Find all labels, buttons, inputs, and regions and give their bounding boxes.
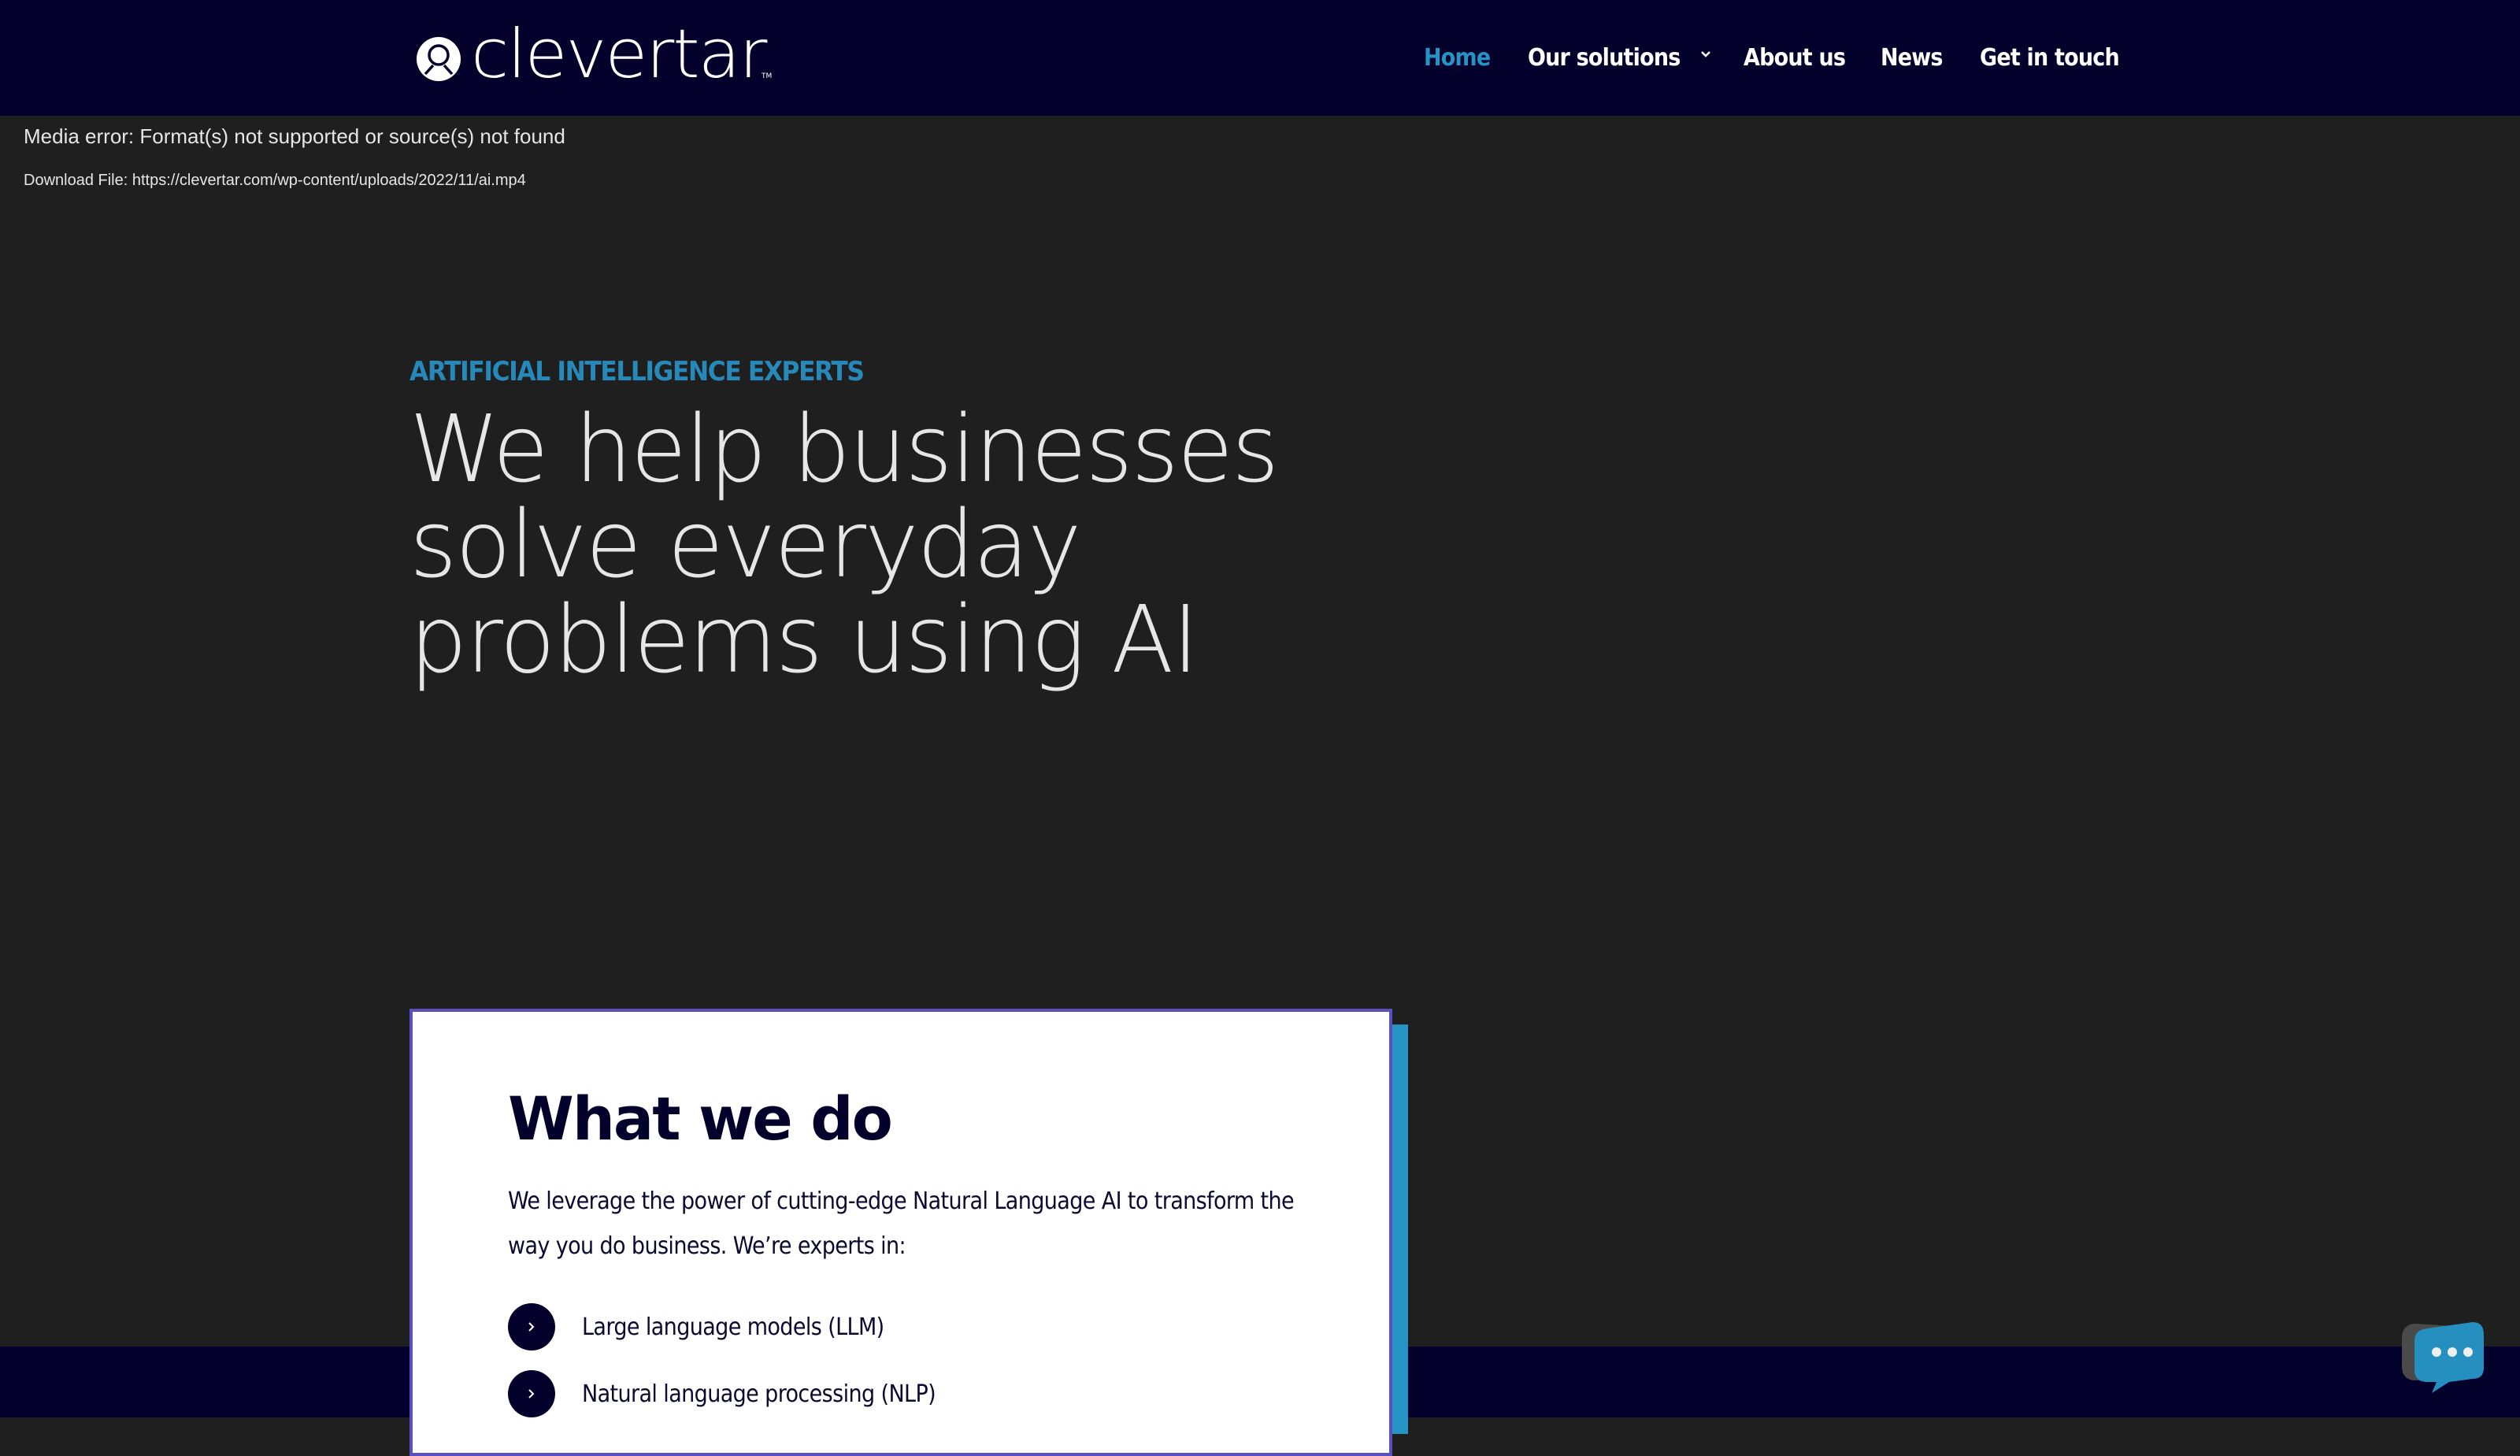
chevron-right-icon (508, 1303, 555, 1350)
hero-title-line: We help businesses (410, 395, 1279, 503)
chevron-right-icon (508, 1370, 555, 1417)
chat-bubble-icon (2402, 1322, 2484, 1393)
download-file-link[interactable]: Download File: https://clevertar.com/wp-… (24, 172, 526, 190)
nav-home[interactable]: Home (1424, 41, 1491, 76)
hero-title-line: solve everyday (410, 490, 1081, 598)
hero-title-line: problems using AI (410, 585, 1199, 694)
list-item-label: Natural language processing (NLP) (582, 1380, 936, 1408)
person-circle-icon (417, 37, 461, 81)
media-error-message: Media error: Format(s) not supported or … (24, 124, 565, 148)
card-accent-bar (1392, 1024, 1408, 1434)
chevron-down-icon (1701, 51, 1710, 57)
nav-news[interactable]: News (1881, 41, 1944, 76)
what-we-do-card: What we do We leverage the power of cutt… (410, 1009, 1392, 1456)
logo[interactable]: clevertar TM (416, 20, 773, 94)
hero-title: We help businesses solve everyday proble… (410, 402, 1413, 687)
logo-trademark: TM (762, 72, 773, 80)
chat-widget-button[interactable] (2394, 1319, 2488, 1398)
list-item: Large language models (LLM) (508, 1303, 936, 1350)
nav-get-in-touch[interactable]: Get in touch (1980, 41, 2120, 76)
hero-eyebrow: ARTIFICIAL INTELLIGENCE EXPERTS (410, 356, 865, 387)
what-we-do-title: What we do (508, 1084, 893, 1154)
nav-our-solutions-label: Our solutions (1528, 44, 1681, 72)
list-item-label: Large language models (LLM) (582, 1313, 884, 1341)
what-we-do-text: We leverage the power of cutting-edge Na… (508, 1187, 1295, 1260)
logo-text: clevertar (471, 15, 767, 94)
nav-about-us[interactable]: About us (1744, 41, 1846, 76)
nav-our-solutions[interactable]: Our solutions (1528, 41, 1710, 76)
site-header: clevertar TM Home Our solutions About us… (0, 0, 2520, 116)
list-item: Natural language processing (NLP) (508, 1370, 936, 1417)
